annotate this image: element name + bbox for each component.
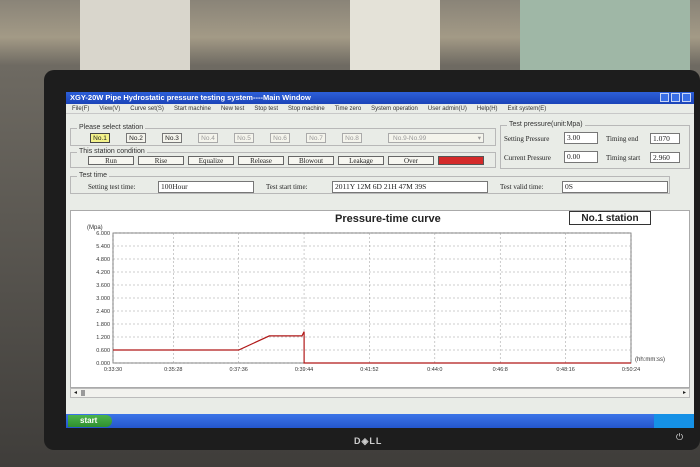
station-select-caption: Please select station [77, 124, 146, 131]
pressure-chart: Pressure-time curve No.1 station 6.000 5.… [70, 210, 690, 388]
x-tick-label: 0:33:30 [104, 367, 122, 373]
station-button-3[interactable]: No.3 [162, 133, 182, 143]
menu-bar: File(F) View(V) Curve set(S) Start machi… [66, 104, 694, 114]
condition-caption: This station condition [77, 148, 147, 155]
test-valid-time-field[interactable]: 0S [562, 181, 668, 193]
current-pressure-label: Current Pressure [504, 154, 551, 162]
chart-svg: 6.000 5.400 4.800 4.200 3.600 3.000 2.400 1.800… [87, 225, 665, 373]
power-icon[interactable]: ⏻ [676, 432, 683, 443]
y-axis-label: (Mpa) [87, 225, 103, 231]
x-tick-label: 0:50:24 [622, 367, 640, 373]
condition-rise: Rise [138, 156, 184, 165]
timing-start-field[interactable]: 2.960 [650, 152, 680, 163]
setting-pressure-field[interactable]: 3.00 [564, 132, 598, 144]
horizontal-scrollbar[interactable]: ◂ ▸ [70, 388, 690, 398]
menu-item-stop-machine[interactable]: Stop machine [288, 104, 325, 113]
test-time-caption: Test time [77, 172, 110, 179]
condition-blowout: Blowout [288, 156, 334, 165]
x-tick-label: 0:37:36 [229, 367, 247, 373]
status-indicator [438, 156, 484, 165]
x-tick-label: 0:39:44 [295, 367, 313, 373]
y-tick-label: 4.200 [96, 270, 110, 276]
menu-item-help[interactable]: Help(H) [477, 104, 498, 113]
menu-item-view[interactable]: View(V) [99, 104, 120, 113]
app-screen: XGY-20W Pipe Hydrostatic pressure testin… [66, 92, 694, 428]
x-tick-label: 0:35:28 [164, 367, 182, 373]
y-tick-label: 5.400 [96, 244, 110, 250]
scroll-thumb[interactable] [81, 390, 85, 396]
y-tick-label: 4.800 [96, 257, 110, 263]
maximize-button[interactable] [671, 93, 680, 102]
condition-leakage: Leakage [338, 156, 384, 165]
menu-item-stop-test[interactable]: Stop test [254, 104, 278, 113]
monitor-logo: D◈LL [354, 436, 383, 446]
station-button-1[interactable]: No.1 [90, 133, 110, 143]
setting-test-time-label: Setting test time: [88, 183, 136, 191]
station-button-7[interactable]: No.7 [306, 133, 326, 143]
chevron-down-icon: ▾ [477, 135, 481, 142]
window-pane [350, 0, 440, 70]
setting-pressure-label: Setting Pressure [504, 135, 550, 143]
test-start-time-label: Test start time: [266, 183, 308, 191]
y-tick-label: 2.400 [96, 309, 110, 315]
y-tick-label: 1.200 [96, 335, 110, 341]
title-bar: XGY-20W Pipe Hydrostatic pressure testin… [66, 92, 694, 104]
background-room [0, 0, 700, 80]
station-button-8[interactable]: No.8 [342, 133, 362, 143]
menu-item-curve-set[interactable]: Curve set(S) [130, 104, 164, 113]
timing-end-field[interactable]: 1.070 [650, 133, 680, 144]
condition-run: Run [88, 156, 134, 165]
minimize-button[interactable] [660, 93, 669, 102]
scroll-right-icon[interactable]: ▸ [680, 389, 689, 397]
y-tick-label: 6.000 [96, 231, 110, 237]
setting-test-time-field[interactable]: 100Hour [158, 181, 254, 193]
close-button[interactable] [682, 93, 691, 102]
condition-over: Over [388, 156, 434, 165]
x-axis-label: (hh:mm:ss) [635, 357, 665, 363]
scroll-left-icon[interactable]: ◂ [71, 389, 80, 397]
condition-release: Release [238, 156, 284, 165]
station-button-4[interactable]: No.4 [198, 133, 218, 143]
condition-equalize: Equalize [188, 156, 234, 165]
station-dropdown-value: No.9-No.99 [393, 135, 427, 142]
menu-item-system-operation[interactable]: System operation [371, 104, 418, 113]
y-tick-label: 0.600 [96, 348, 110, 354]
window-pane [520, 0, 690, 70]
system-tray [654, 414, 694, 428]
x-tick-label: 0:46:8 [493, 367, 508, 373]
y-tick-label: 3.000 [96, 296, 110, 302]
taskbar: start [66, 414, 694, 428]
station-dropdown[interactable]: No.9-No.99 ▾ [388, 133, 484, 143]
test-valid-time-label: Test valid time: [500, 183, 544, 191]
menu-item-time-zero[interactable]: Time zero [335, 104, 361, 113]
current-pressure-field[interactable]: 0.00 [564, 151, 598, 163]
menu-item-exit[interactable]: Exit system(E) [508, 104, 547, 113]
timing-start-label: Timing start [606, 154, 641, 162]
test-pressure-caption: Test pressure(unit:Mpa) [507, 121, 585, 128]
menu-item-start-machine[interactable]: Start machine [174, 104, 211, 113]
station-button-5[interactable]: No.5 [234, 133, 254, 143]
y-tick-label: 3.600 [96, 283, 110, 289]
test-start-time-field[interactable]: 2011Y 12M 6D 21H 47M 39S [332, 181, 488, 193]
timing-end-label: Timing end [606, 135, 639, 143]
menu-item-user-admin[interactable]: User admin(U) [428, 104, 467, 113]
window-pane [80, 0, 190, 70]
x-tick-label: 0:41:52 [360, 367, 378, 373]
window-title: XGY-20W Pipe Hydrostatic pressure testin… [70, 93, 311, 102]
station-button-2[interactable]: No.2 [126, 133, 146, 143]
menu-item-new-test[interactable]: New test [221, 104, 244, 113]
x-tick-label: 0:48:16 [556, 367, 574, 373]
station-button-6[interactable]: No.6 [270, 133, 290, 143]
x-tick-label: 0:44:0 [427, 367, 442, 373]
start-button[interactable]: start [68, 415, 112, 427]
menu-item-file[interactable]: File(F) [72, 104, 89, 113]
y-tick-label: 1.800 [96, 322, 110, 328]
